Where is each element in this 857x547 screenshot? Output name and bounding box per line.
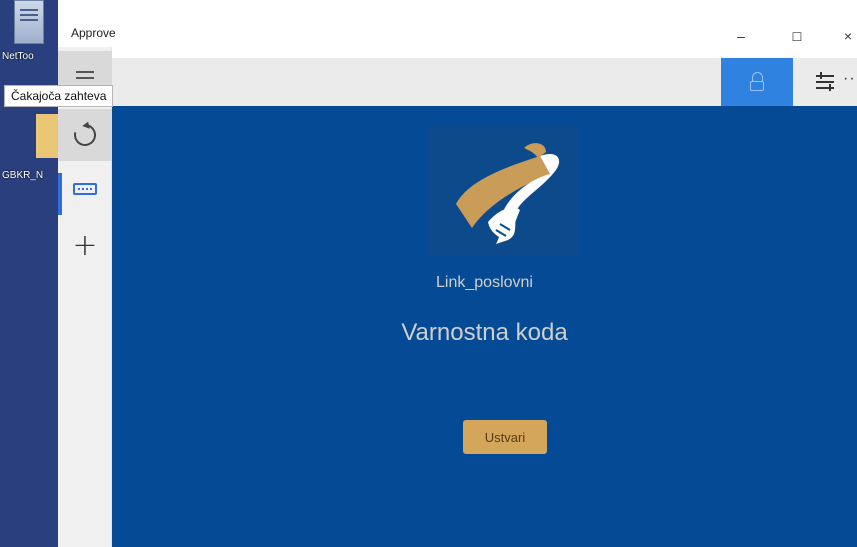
lock-icon	[750, 72, 764, 91]
pending-request-button[interactable]	[58, 165, 112, 213]
nettools-desktop-label: NetToo	[2, 51, 34, 62]
pending-request-icon	[73, 183, 97, 195]
hamburger-icon	[76, 67, 94, 83]
gbkr-desktop-label: GBKR_N	[2, 170, 44, 181]
app-title: Approve	[71, 26, 116, 40]
maximize-button[interactable]: ☐	[782, 30, 812, 44]
main-content: Link_poslovni Varnostna koda Ustvari	[112, 106, 857, 547]
pending-request-tooltip: Čakajoča zahteva	[4, 85, 114, 107]
minimize-button[interactable]: –	[726, 28, 756, 44]
ribbon-logo-icon	[428, 126, 578, 256]
settings-button[interactable]	[812, 70, 840, 94]
account-logo	[428, 126, 578, 256]
add-icon: +	[72, 228, 98, 263]
folder-desktop-icon[interactable]	[36, 114, 58, 158]
title-bar: Approve – ☐ ×	[58, 0, 857, 58]
lock-button[interactable]	[721, 58, 793, 106]
close-button[interactable]: ×	[833, 28, 857, 44]
add-button[interactable]: +	[58, 222, 112, 270]
desktop-background: NetToo GBKR_N	[0, 0, 58, 547]
create-button[interactable]: Ustvari	[463, 420, 547, 454]
security-code-title: Varnostna koda	[401, 319, 568, 346]
refresh-icon	[69, 119, 101, 151]
app-window: Approve – ☐ × + ·· Link_poslovni Varnost…	[58, 0, 857, 547]
nettools-desktop-icon[interactable]	[14, 0, 44, 44]
navigation-rail: +	[58, 47, 112, 547]
more-options-button[interactable]: ··	[843, 70, 856, 88]
refresh-button[interactable]	[58, 109, 112, 161]
account-name: Link_poslovni	[436, 274, 533, 291]
toolbar: ··	[112, 58, 857, 106]
